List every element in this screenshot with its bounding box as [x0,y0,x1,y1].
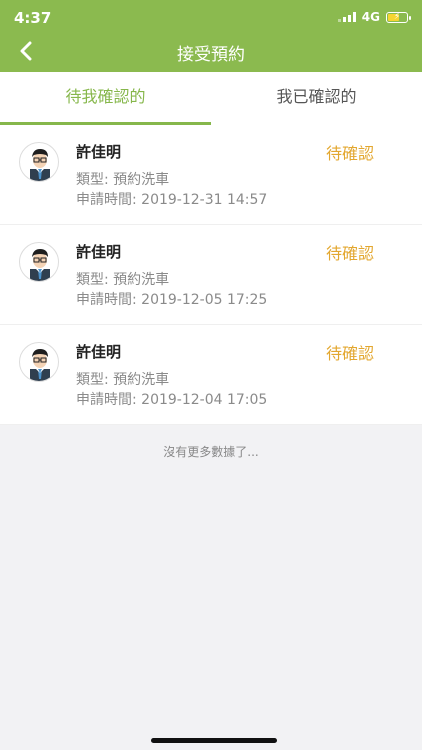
avatar [19,342,59,382]
list-item[interactable]: 許佳明 待確認 類型: 預約洗車 申請時間: 2019-12-31 14:57 [0,125,422,225]
list-item[interactable]: 許佳明 待確認 類型: 預約洗車 申請時間: 2019-12-04 17:05 [0,325,422,425]
request-time: 申請時間: 2019-12-31 14:57 [76,192,268,208]
avatar [19,242,59,282]
reservation-type: 類型: 預約洗車 [76,172,170,188]
tab-pending-my-confirmation[interactable]: 待我確認的 [0,72,211,125]
reservation-type: 類型: 預約洗車 [76,372,170,388]
status-indicators: 4G ⚡ [337,10,411,24]
no-more-data-text: 沒有更多數據了... [163,445,259,459]
request-time: 申請時間: 2019-12-04 17:05 [76,392,268,408]
applicant-name: 許佳明 [76,143,122,161]
applicant-name: 許佳明 [76,343,122,361]
reservation-type: 類型: 預約洗車 [76,272,170,288]
request-time: 申請時間: 2019-12-05 17:25 [76,292,268,308]
status-time: 4:37 [14,9,52,27]
user-avatar-icon [30,149,50,181]
applicant-name: 許佳明 [76,243,122,261]
status-badge: 待確認 [325,244,374,263]
tab-bar: 待我確認的 我已確認的 [0,72,422,125]
network-label: 4G [361,10,380,24]
status-badge: 待確認 [325,144,374,163]
list-item[interactable]: 許佳明 待確認 類型: 預約洗車 申請時間: 2019-12-05 17:25 [0,225,422,325]
avatar [19,142,59,182]
signal-icon [337,12,356,22]
top-bar: 4:37 4G ⚡ 接受預約 [0,0,422,72]
tab-confirmed[interactable]: 我已確認的 [211,72,422,125]
battery-icon: ⚡ [386,11,411,23]
user-avatar-icon [30,349,50,381]
home-indicator [151,738,277,743]
user-avatar-icon [30,249,50,281]
status-badge: 待確認 [325,344,374,363]
page-title: 接受預約 [177,45,245,65]
reservation-list: 許佳明 待確認 類型: 預約洗車 申請時間: 2019-12-31 14:57 … [0,125,422,425]
